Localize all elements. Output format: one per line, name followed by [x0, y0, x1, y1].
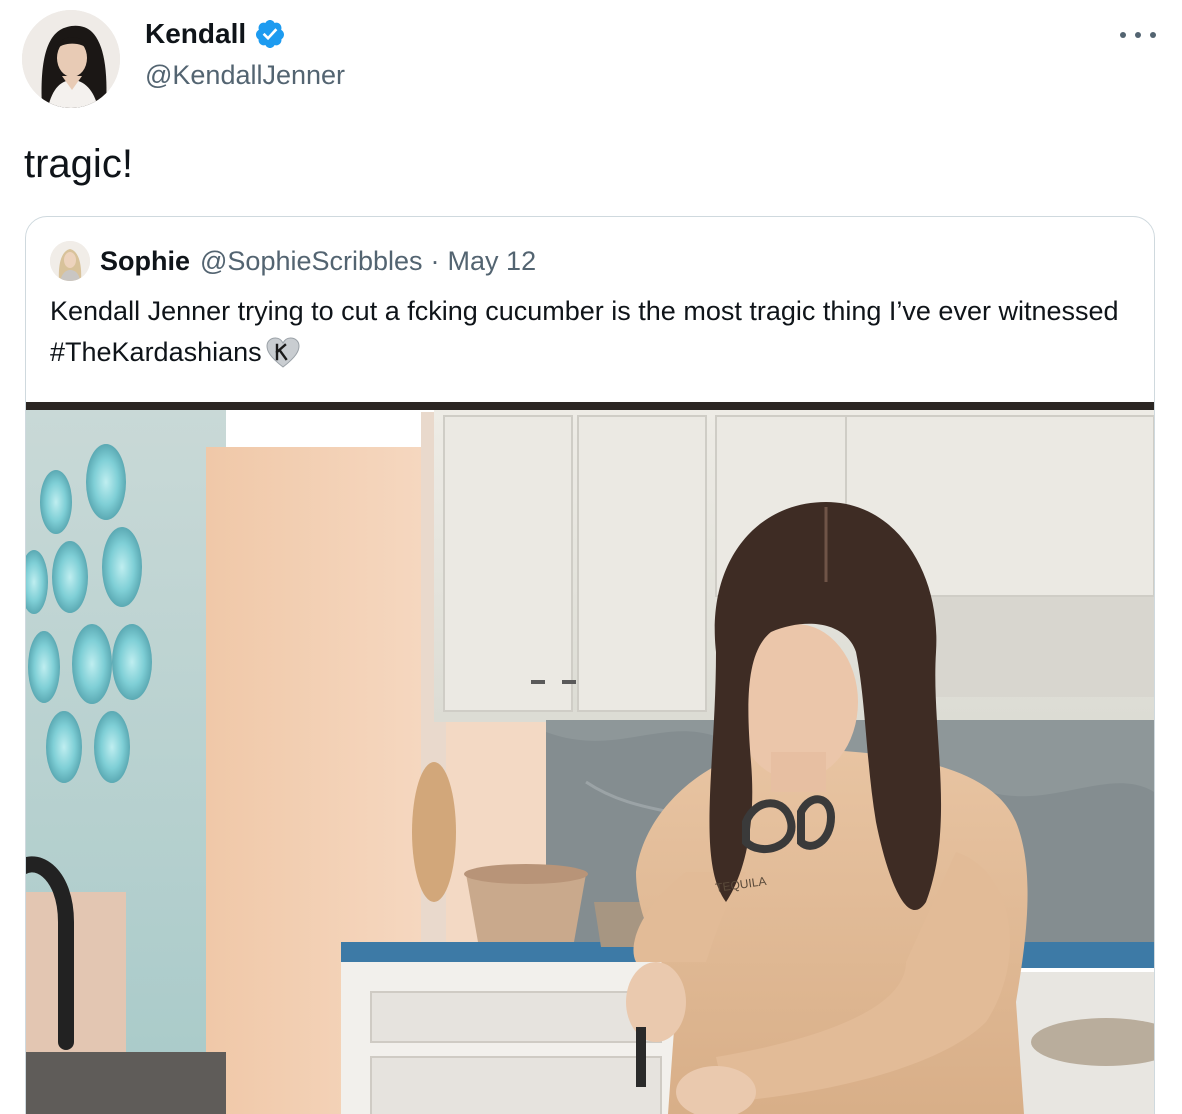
quoted-author-handle[interactable]: @SophieScribbles [200, 246, 423, 277]
quoted-author-avatar-image [50, 241, 90, 281]
tweet: Kendall @KendallJenner tragic! Sophie @S… [0, 0, 1182, 1114]
more-dot [1150, 32, 1156, 38]
quoted-author-name[interactable]: Sophie [100, 246, 190, 277]
kitchen-photo-illustration: TEQUILA [26, 402, 1154, 1114]
quoted-author-avatar[interactable] [50, 241, 90, 281]
more-dot [1135, 32, 1141, 38]
quoted-tweet-text: Kendall Jenner trying to cut a fcking cu… [50, 291, 1130, 373]
author-name[interactable]: Kendall [145, 16, 246, 52]
quoted-tweet-header: Sophie @SophieScribbles · May 12 [50, 241, 536, 281]
author-handle[interactable]: @KendallJenner [145, 58, 345, 92]
quoted-tweet-photo[interactable]: TEQUILA [26, 402, 1154, 1114]
quoted-meta-separator: · [430, 245, 440, 276]
author-name-row: Kendall [145, 16, 286, 52]
more-options-icon[interactable] [1120, 22, 1156, 48]
verified-badge-icon[interactable] [254, 18, 286, 50]
quoted-tweet-date[interactable]: May 12 [448, 246, 537, 277]
k-heart-icon [266, 337, 300, 368]
more-dot [1120, 32, 1126, 38]
author-avatar-image [22, 10, 120, 108]
hashtag-link[interactable]: #TheKardashians [50, 337, 262, 367]
quoted-tweet-card[interactable]: Sophie @SophieScribbles · May 12 Kendall… [25, 216, 1155, 1114]
quoted-tweet-body: Kendall Jenner trying to cut a fcking cu… [50, 296, 1119, 326]
tweet-text: tragic! [24, 142, 133, 186]
author-avatar[interactable] [22, 10, 120, 108]
